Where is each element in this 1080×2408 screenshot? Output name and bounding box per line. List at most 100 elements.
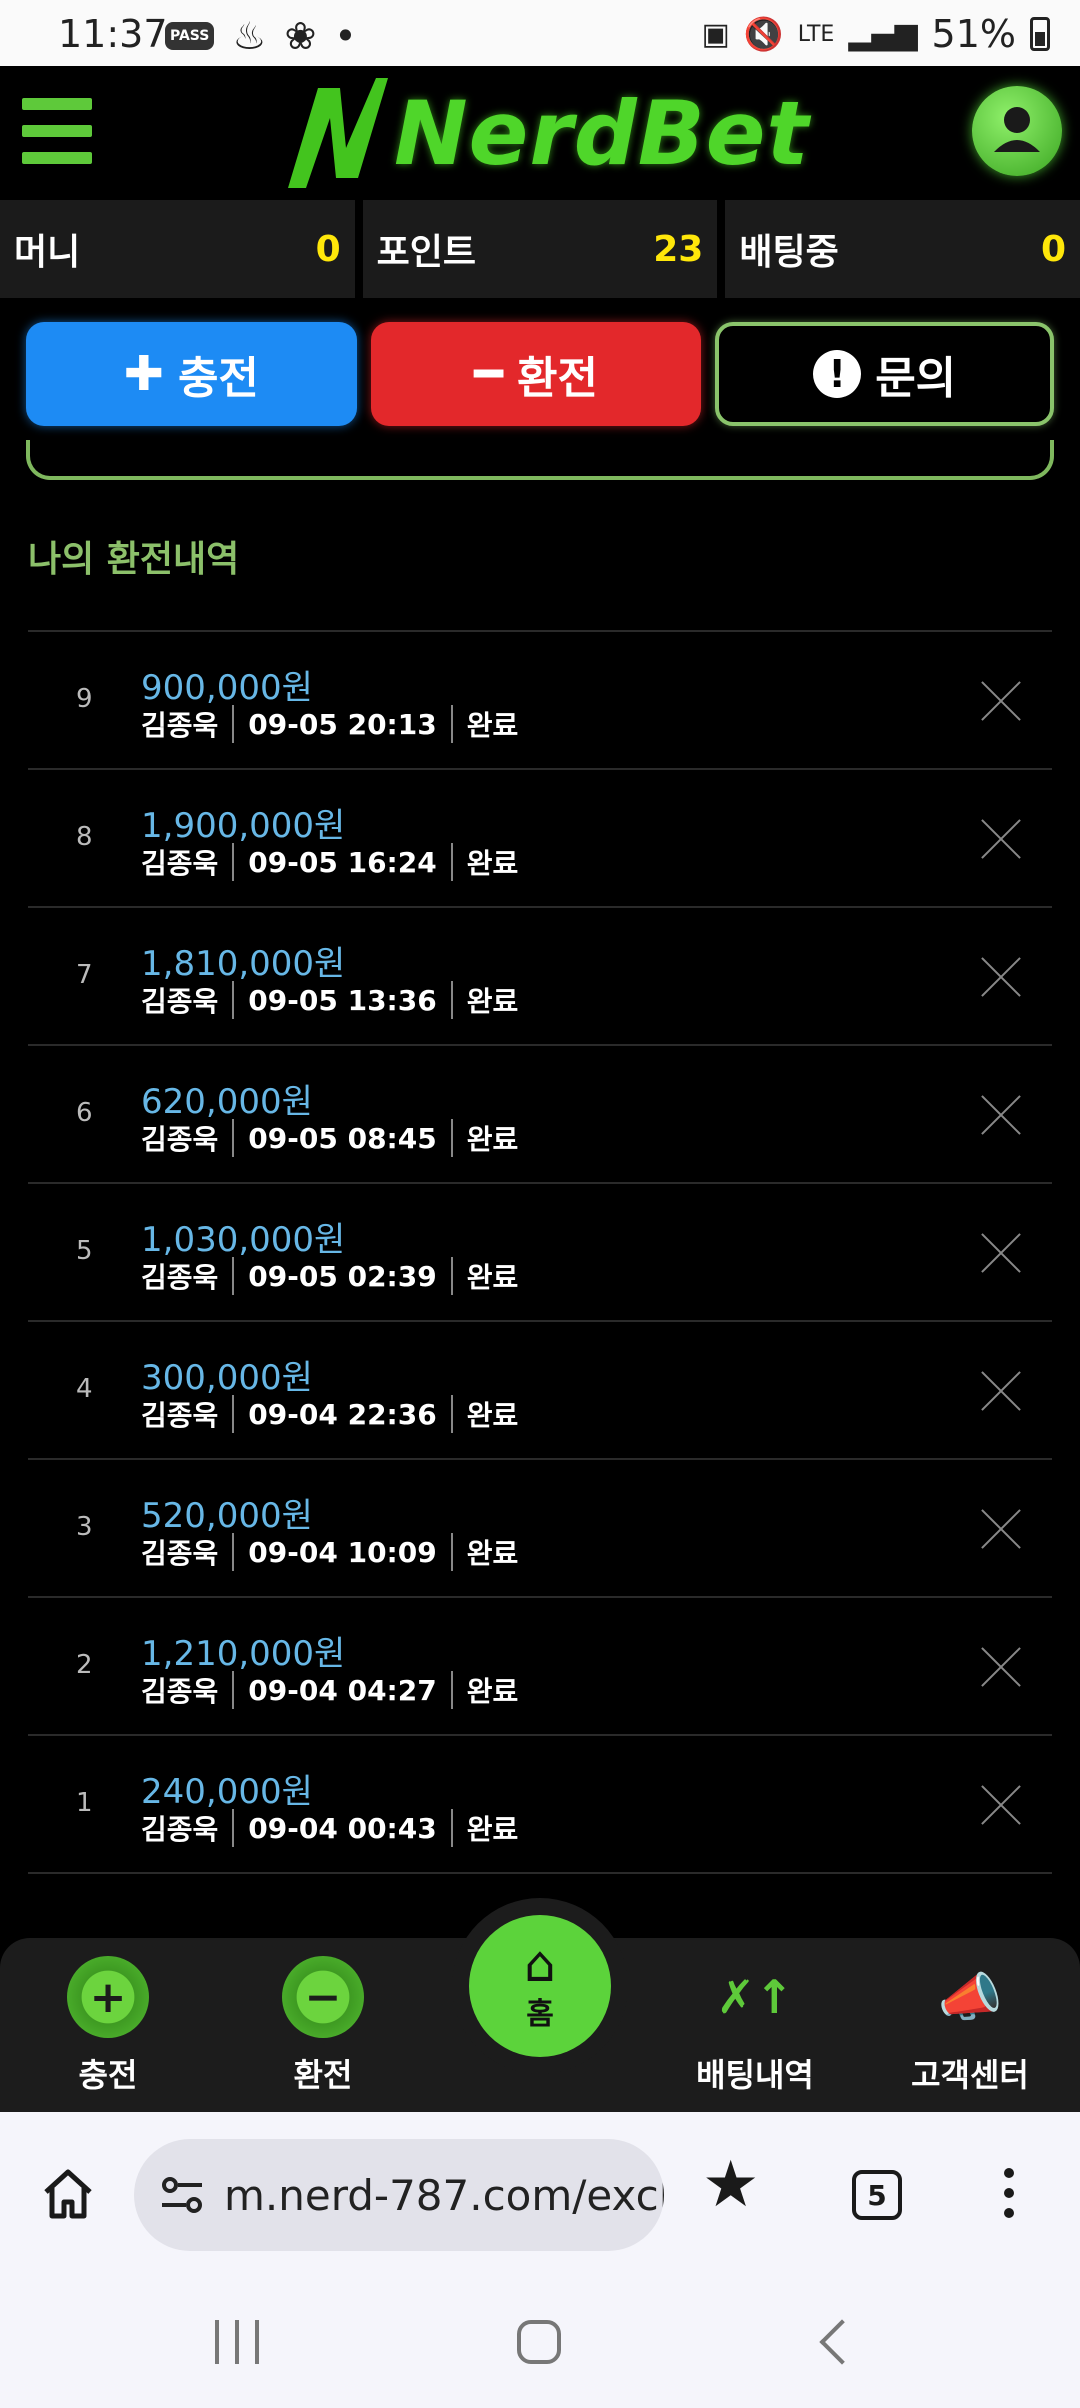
delete-icon[interactable] — [980, 1370, 1022, 1412]
minus-icon: ━ — [474, 346, 503, 402]
row-name: 김종욱 — [141, 1261, 219, 1294]
row-name: 김종욱 — [141, 1675, 219, 1708]
browser-home-icon[interactable] — [38, 2164, 98, 2224]
balance-value: 23 — [653, 228, 704, 270]
row-name: 김종욱 — [141, 1123, 219, 1156]
megaphone-icon: 📣 — [937, 1967, 1003, 2028]
user-avatar-icon[interactable] — [972, 86, 1062, 176]
inquiry-label: 문의 — [875, 353, 957, 404]
row-amount: 240,000원 — [141, 1772, 313, 1812]
row-meta: 김종욱 09-04 10:09 완료 — [141, 1532, 518, 1572]
balance-points: 포인트 23 — [362, 200, 718, 298]
nav-bet-history[interactable]: ✗↑ 배팅내역 — [655, 1956, 855, 2096]
row-status: 완료 — [466, 1261, 519, 1294]
list-item: 1 240,000원 김종욱 09-04 00:43 완료 — [28, 1736, 1052, 1874]
browser-toolbar: m.nerd-787.com/excl ★ 5 — [0, 2112, 1080, 2280]
nav-label: 배팅내역 — [696, 2056, 814, 2094]
row-number: 7 — [76, 960, 93, 990]
row-name: 김종욱 — [141, 985, 219, 1018]
balance-value: 0 — [1040, 228, 1067, 270]
row-status: 완료 — [466, 709, 519, 742]
home-button[interactable]: ⌂ 홈 — [469, 1915, 611, 2057]
delete-icon[interactable] — [980, 1646, 1022, 1688]
list-item: 2 1,210,000원 김종욱 09-04 04:27 완료 — [28, 1598, 1052, 1736]
back-icon[interactable] — [819, 2319, 865, 2365]
system-home-icon[interactable] — [517, 2320, 561, 2364]
mute-icon: 🔇 — [743, 15, 784, 53]
nav-withdraw[interactable]: − 환전 — [223, 1956, 423, 2096]
nav-support[interactable]: 📣 고객센터 — [870, 1956, 1070, 2096]
deposit-button[interactable]: ✚ 충전 — [26, 322, 357, 426]
row-status: 완료 — [466, 1813, 519, 1846]
nav-deposit[interactable]: + 충전 — [8, 1956, 208, 2096]
row-meta: 김종욱 09-04 04:27 완료 — [141, 1670, 518, 1710]
delete-icon[interactable] — [980, 680, 1022, 722]
row-meta: 김종욱 09-05 20:13 완료 — [141, 704, 518, 744]
nav-label: 충전 — [78, 2056, 138, 2094]
nfc-icon: ▣ — [701, 16, 730, 52]
delete-icon[interactable] — [980, 1784, 1022, 1826]
row-number: 8 — [76, 822, 93, 852]
delete-icon[interactable] — [980, 956, 1022, 998]
delete-icon[interactable] — [980, 1094, 1022, 1136]
action-buttons: ✚ 충전 ━ 환전 ! 문의 — [26, 322, 1055, 426]
row-meta: 김종욱 09-05 02:39 완료 — [141, 1256, 518, 1296]
notification-icons: PASS ♨ ❀ • — [165, 14, 357, 58]
row-status: 완료 — [466, 1537, 519, 1570]
row-amount: 1,810,000원 — [141, 944, 346, 984]
battery-level: 51% — [931, 12, 1016, 56]
row-name: 김종욱 — [141, 1399, 219, 1432]
row-name: 김종욱 — [141, 1537, 219, 1570]
pinwheel-icon: ❀ — [284, 14, 317, 58]
status-right: ▣ 🔇 LTE ▂▄▆ 51% — [702, 12, 1050, 56]
dot-icon: • — [334, 14, 357, 58]
delete-icon[interactable] — [980, 818, 1022, 860]
row-meta: 김종욱 09-05 08:45 완료 — [141, 1118, 518, 1158]
delete-icon[interactable] — [980, 1508, 1022, 1550]
status-bar: 11:37 PASS ♨ ❀ • ▣ 🔇 LTE ▂▄▆ 51% — [0, 0, 1080, 66]
list-item: 4 300,000원 김종욱 09-04 22:36 완료 — [28, 1322, 1052, 1460]
row-datetime: 09-04 04:27 — [248, 1673, 437, 1707]
menu-icon[interactable] — [22, 98, 92, 164]
list-item: 5 1,030,000원 김종욱 09-05 02:39 완료 — [28, 1184, 1052, 1322]
balance-betting: 배팅중 0 — [725, 200, 1080, 298]
row-number: 9 — [76, 684, 93, 714]
nav-label: 고객센터 — [911, 2056, 1029, 2094]
logo-mark-icon — [288, 78, 388, 188]
row-meta: 김종욱 09-04 22:36 완료 — [141, 1394, 518, 1434]
url-text: m.nerd-787.com/excl — [224, 2171, 664, 2220]
bookmark-star-icon[interactable]: ★ — [702, 2148, 759, 2222]
row-datetime: 09-04 10:09 — [248, 1535, 437, 1569]
section-title: 나의 환전내역 — [28, 539, 240, 580]
row-meta: 김종욱 09-05 13:36 완료 — [141, 980, 518, 1020]
address-bar[interactable]: m.nerd-787.com/excl — [134, 2139, 664, 2251]
inquiry-button[interactable]: ! 문의 — [715, 322, 1055, 426]
row-amount: 900,000원 — [141, 668, 313, 708]
balance-money: 머니 0 — [0, 200, 355, 298]
logo[interactable]: NerdBet — [288, 78, 810, 188]
list-item: 7 1,810,000원 김종욱 09-05 13:36 완료 — [28, 908, 1052, 1046]
row-status: 완료 — [466, 847, 519, 880]
row-status: 완료 — [466, 1123, 519, 1156]
row-number: 3 — [76, 1512, 93, 1542]
row-datetime: 09-05 08:45 — [248, 1121, 437, 1155]
site-settings-icon[interactable] — [158, 2171, 206, 2219]
recent-apps-icon[interactable] — [215, 2320, 259, 2364]
panel-edge — [26, 440, 1054, 480]
row-number: 4 — [76, 1374, 93, 1404]
home-label: 홈 — [526, 1997, 554, 2032]
home-button-wrap: ⌂ 홈 — [452, 1898, 628, 2074]
row-name: 김종욱 — [141, 847, 219, 880]
row-name: 김종욱 — [141, 709, 219, 742]
deposit-chip-icon: + — [67, 1956, 149, 2038]
row-number: 1 — [76, 1788, 93, 1818]
withdraw-chip-icon: − — [282, 1956, 364, 2038]
exclamation-icon: ! — [813, 350, 862, 398]
delete-icon[interactable] — [980, 1232, 1022, 1274]
app-header: NerdBet — [0, 66, 1080, 200]
row-number: 2 — [76, 1650, 93, 1680]
balance-label: 포인트 — [376, 232, 477, 273]
withdraw-button[interactable]: ━ 환전 — [370, 322, 702, 426]
tab-switcher-button[interactable]: 5 — [852, 2170, 902, 2220]
more-options-icon[interactable] — [1004, 2168, 1016, 2228]
